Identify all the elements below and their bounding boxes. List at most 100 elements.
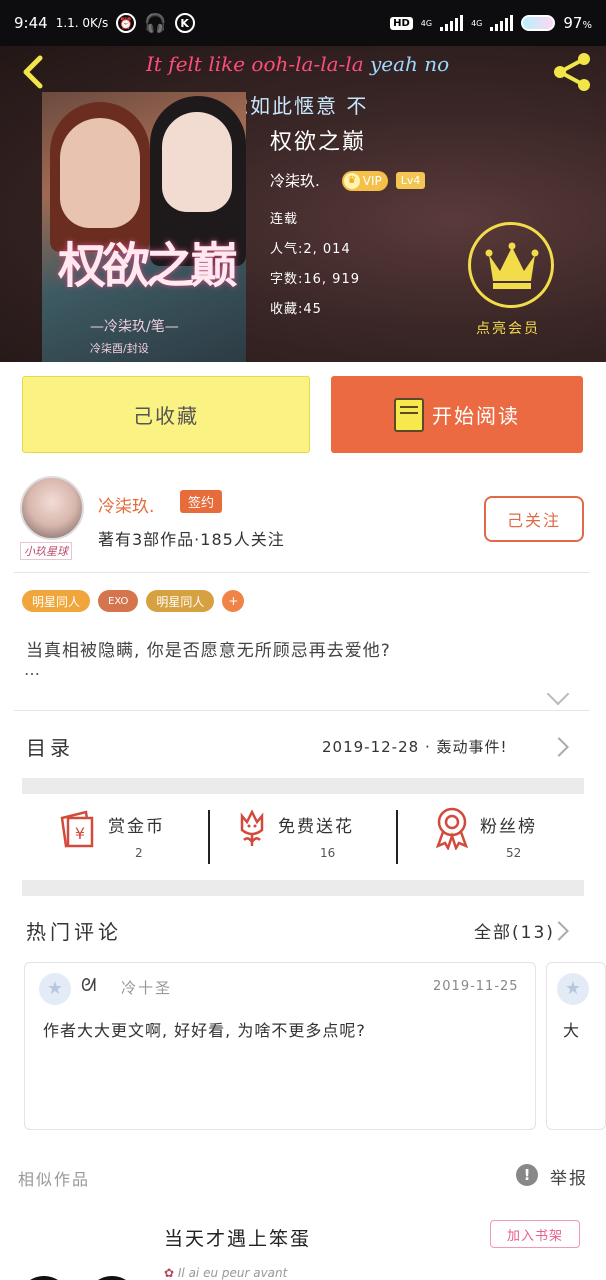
signal1-label: 4G (420, 18, 433, 28)
battery-unit: % (582, 20, 592, 31)
header-author-line: 冷柒玖. ♛ VIP Lv4 (270, 170, 426, 191)
add-to-shelf-button[interactable]: 加入书架 (490, 1220, 580, 1248)
add-tag-button[interactable]: + (222, 590, 245, 612)
follow-button[interactable]: 己关注 (484, 496, 584, 542)
signal1-icon (440, 15, 464, 31)
battery-level: 97% (563, 14, 592, 32)
battery-value: 97 (563, 14, 583, 32)
author-avatar[interactable] (20, 476, 84, 540)
comment-date: 2019-11-25 (433, 979, 519, 994)
alarm-icon: ⏰ (116, 13, 137, 33)
crown-icon (485, 242, 539, 289)
header-author-name[interactable]: 冷柒玖. (270, 170, 320, 191)
tag-item[interactable]: 明星同人 (146, 590, 215, 612)
toc-chevron-icon[interactable] (549, 737, 569, 757)
book-cover[interactable]: 权欲之巅 —冷柒玖/笔— 冷柒酉/封设 (42, 92, 246, 362)
start-reading-button[interactable]: 开始阅读 (331, 376, 583, 453)
reward-coin-stat[interactable]: ¥ 赏金币 2 (22, 796, 208, 876)
comment-text: 大 (563, 1021, 581, 1040)
action-bar: 己收藏 开始阅读 (0, 362, 606, 466)
report-button[interactable]: 举报 (550, 1164, 588, 1189)
cover-title: 权欲之巅 (58, 238, 238, 294)
status-time: 9:44 (14, 14, 48, 32)
cover-author: —冷柒玖/笔— (90, 319, 179, 335)
latest-chapter[interactable]: 2019-12-28 · 轰动事件! (322, 736, 508, 757)
details-section: 小玖星球 冷柒玖. 签约 著有3部作品·185人关注 己关注 明星同人 EXO … (0, 466, 606, 1210)
section-divider (22, 880, 584, 896)
signal2-icon (490, 15, 514, 31)
headphones-icon: 🎧 (144, 12, 167, 34)
cover-figure-right-face (162, 112, 232, 212)
book-favorites: 收藏:45 (270, 302, 322, 317)
commenter-avatar-star-icon: ★ (557, 973, 589, 1005)
lyric-part2: yeah no (369, 52, 450, 76)
book-header: It felt like ooh-la-la-la yeah no 这感觉如此惬… (0, 46, 606, 362)
similar-work-cover[interactable] (12, 1250, 142, 1280)
divider (14, 572, 590, 573)
stat-label: 免费送花 (278, 817, 354, 837)
status-net-speed: 1.1. 0K/s (55, 16, 109, 30)
similar-works-label: 相似作品 (18, 1170, 91, 1189)
member-button[interactable] (468, 222, 554, 308)
comment-card[interactable]: ★ ᘛ 冷十圣 2019-11-25 作者大大更文啊, 好好看, 为啥不更多点呢… (24, 962, 536, 1130)
divider (14, 710, 590, 711)
author-name[interactable]: 冷柒玖. (98, 492, 154, 517)
tag-list: 明星同人 EXO 明星同人 + (22, 590, 245, 612)
description-ellipsis: … (24, 660, 40, 679)
share-button[interactable] (550, 50, 594, 94)
fan-rank-stat[interactable]: 粉丝榜 52 (398, 796, 584, 876)
subtitle-icon: ✿ (164, 1266, 178, 1280)
free-flower-stat[interactable]: 免费送花 16 (210, 796, 396, 876)
similar-work-subtitle: ✿ Il ai eu peur avant (164, 1266, 287, 1280)
all-comments-link[interactable]: 全部(13) (474, 918, 555, 943)
book-description: 当真相被隐瞒, 你是否愿意无所顾忌再去爱他? (26, 641, 391, 661)
tag-item[interactable]: EXO (98, 590, 139, 612)
section-divider (22, 778, 584, 794)
stat-value: 2 (135, 846, 143, 860)
signal2-label: 4G (471, 18, 483, 28)
toc-label[interactable]: 目录 (26, 732, 74, 761)
vip-badge: ♛ VIP (341, 170, 388, 191)
level-badge: Lv4 (395, 172, 426, 189)
battery-icon (521, 15, 556, 31)
commenter-avatar-star-icon[interactable]: ★ (39, 973, 71, 1005)
book-title: 权欲之巅 (270, 130, 367, 155)
status-bar: 9:44 1.1. 0K/s ⏰ 🎧 K HD 4G 4G 97% (0, 0, 606, 46)
stats-row: ¥ 赏金币 2 免费送花 16 粉丝榜 52 (22, 796, 584, 876)
vip-label: VIP (362, 173, 382, 188)
back-button[interactable] (14, 52, 54, 92)
reward-coin-icon: ¥ (60, 810, 94, 848)
stat-value: 16 (320, 846, 336, 860)
stat-label: 粉丝榜 (480, 817, 537, 837)
back-arrow-icon (23, 55, 43, 89)
vip-crown-icon: ♛ (343, 172, 360, 189)
svg-text:¥: ¥ (75, 824, 85, 843)
cover-figure-left-face (60, 118, 140, 228)
expand-chevron-icon[interactable] (546, 682, 570, 706)
similar-work-title[interactable]: 当天才遇上笨蛋 (164, 1224, 311, 1251)
start-reading-label: 开始阅读 (432, 404, 520, 428)
stat-value: 52 (506, 846, 522, 860)
stat-label: 赏金币 (108, 817, 165, 837)
author-stats: 著有3部作品·185人关注 (98, 530, 285, 549)
commenter-medal-icon: ᘛ (81, 975, 97, 996)
comment-card-peek[interactable]: ★ 大 (546, 962, 606, 1130)
cover-designer: 冷柒酉/封设 (90, 342, 149, 355)
book-status: 连载 (270, 212, 299, 227)
member-label: 点亮会员 (476, 321, 540, 337)
commenter-name[interactable]: 冷十圣 (121, 977, 172, 998)
report-icon[interactable]: ! (516, 1164, 538, 1186)
hot-comments-title: 热门评论 (26, 920, 122, 944)
lyric-part1: It felt like ooh-la-la-la (146, 52, 370, 76)
flower-icon (240, 809, 264, 846)
subtitle-text: Il ai eu peur avant (177, 1266, 288, 1280)
comment-text: 作者大大更文啊, 好好看, 为啥不更多点呢? (43, 1021, 366, 1040)
k-app-icon: K (174, 13, 195, 33)
signed-badge: 签约 (180, 490, 223, 513)
collected-button[interactable]: 己收藏 (22, 376, 310, 453)
similar-work-item[interactable]: 当天才遇上笨蛋 加入书架 ✿ Il ai eu peur avant (0, 1204, 606, 1280)
fan-rank-icon (435, 807, 469, 850)
book-word-count: 字数:16, 919 (270, 272, 360, 287)
share-icon (554, 53, 590, 91)
tag-item[interactable]: 明星同人 (22, 590, 91, 612)
